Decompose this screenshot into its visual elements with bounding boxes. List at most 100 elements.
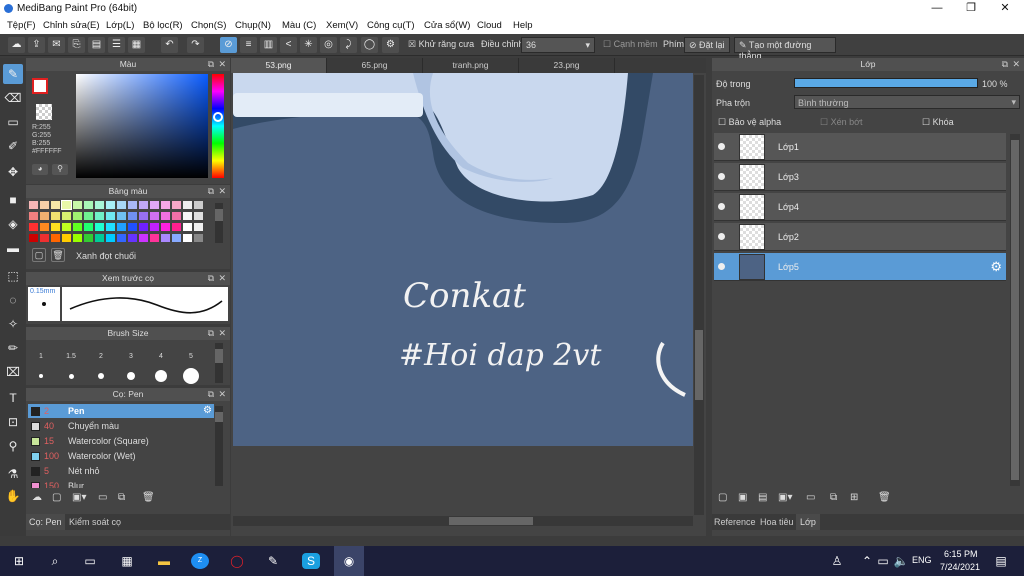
palette-swatch[interactable] [161,234,170,242]
network-icon[interactable]: ▭ [874,553,892,569]
menu-file[interactable]: Tệp(F) [7,20,36,31]
close-icon[interactable]: ✕ [218,388,226,401]
palette-swatch[interactable] [51,234,60,242]
palette-swatch[interactable] [117,223,126,231]
tab-tranh[interactable]: tranh.png [423,58,519,73]
layer-row[interactable]: Lớp4 [714,193,1006,221]
menu-color[interactable]: Màu (C) [282,20,316,31]
palette-swatch[interactable] [106,201,115,209]
palette-swatch[interactable] [61,200,72,210]
reset-button[interactable]: ⊘ Đặt lại [684,37,730,53]
palette-swatch[interactable] [51,223,60,231]
palette-swatch[interactable] [161,223,170,231]
palette-swatch[interactable] [150,201,159,209]
gear-icon[interactable]: ⚙ [990,259,1002,275]
trash-icon[interactable]: 🗑 [142,492,155,503]
grid-icon[interactable]: ▦ [128,37,145,53]
palette-swatches[interactable] [29,200,209,245]
make-line-button[interactable]: ✎ Tạo một đường thẳng [734,37,836,61]
search-icon[interactable]: ⌕ [46,553,64,569]
palette-swatch[interactable] [139,212,148,220]
brush-item[interactable]: 100 Watercolor (Wet) [28,449,214,463]
palette-swatch[interactable] [117,201,126,209]
folder-icon[interactable]: ▭ [98,492,107,503]
undock-icon[interactable]: ⧉ [208,327,214,340]
medibang-icon[interactable]: ◉ [334,546,364,576]
zalo-icon[interactable]: Z [191,553,209,569]
clock-time[interactable]: 6:15 PM [944,549,978,559]
notification-icon[interactable]: ▤ [992,553,1010,569]
snap-radial-icon[interactable]: ✳ [300,37,317,53]
gear-icon[interactable]: ⚙ [203,405,212,416]
layer-row-selected[interactable]: Lớp5 ⚙ [714,253,1006,281]
brush-size-option[interactable]: 2 [86,343,116,383]
palette-swatch[interactable] [73,234,82,242]
close-button[interactable]: ✕ [988,0,1022,17]
palette-swatch[interactable] [40,201,49,209]
palette-swatch[interactable] [194,223,203,231]
drawing-canvas[interactable] [233,73,693,446]
duplicate-icon[interactable]: ⧉ [118,492,125,503]
undock-icon[interactable]: ⧉ [208,272,214,285]
minimize-button[interactable]: — [920,0,954,17]
palette-swatch[interactable] [84,212,93,220]
vertical-scrollbar[interactable] [694,75,704,515]
person-icon[interactable]: ♙ [828,553,846,569]
palette-swatch[interactable] [139,201,148,209]
maximize-button[interactable]: ❐ [954,0,988,17]
palette-swatch[interactable] [183,201,192,209]
undock-icon[interactable]: ⧉ [208,388,214,401]
palette-swatch[interactable] [51,201,60,209]
soft-edge-checkbox[interactable]: ☐ Cạnh mềm [603,39,658,50]
palette-swatch[interactable] [29,234,38,242]
tab-layer[interactable]: Lớp [796,514,820,530]
palette-swatch[interactable] [40,212,49,220]
new-layer-icon[interactable]: ▢ [718,492,727,503]
brush-size-option[interactable]: 5 [176,343,206,384]
brush-item[interactable]: 5 Nét nhỏ [28,464,214,478]
palette-swatch[interactable] [62,212,71,220]
antialias-checkbox[interactable]: ☒ Khử răng cưa [408,39,474,50]
close-icon[interactable]: ✕ [1012,58,1020,71]
palette-swatch[interactable] [172,212,181,220]
palette-swatch[interactable] [128,234,137,242]
scroll-thumb[interactable] [695,330,703,400]
layer-row[interactable]: Lớp1 [714,133,1006,161]
menu-tools[interactable]: Công cụ(T) [367,20,415,31]
palette-icon[interactable]: ◕ [32,164,48,175]
undo-button[interactable]: ↶ [161,37,178,53]
palette-swatch[interactable] [139,234,148,242]
undock-icon[interactable]: ⧉ [1002,58,1008,71]
dropper-tool-icon[interactable]: ⚲ [3,436,23,456]
folder-icon[interactable]: ▭ [806,492,815,503]
palette-swatch[interactable] [183,234,192,242]
tab-reference[interactable]: Reference [714,517,756,527]
palette-swatch[interactable] [84,223,93,231]
brush-item[interactable]: 150 Blur [28,479,214,488]
opera-icon[interactable]: ◯ [228,553,246,569]
hue-handle[interactable] [213,112,223,122]
list-icon[interactable]: ☰ [108,37,125,53]
close-icon[interactable]: ✕ [218,185,226,198]
new-halftone-layer-icon[interactable]: ▣ [738,492,747,503]
divide-tool-icon[interactable]: ⊡ [3,412,23,432]
palette-scrollbar[interactable] [215,203,223,243]
lock-checkbox[interactable]: ☐ Khóa [922,117,954,128]
select-tool-icon[interactable]: ⬚ [3,266,23,286]
snap-circle-icon[interactable]: ◎ [320,37,337,53]
new-1bit-layer-icon[interactable]: ▤ [758,492,767,503]
trash-icon[interactable]: 🗑 [51,248,65,262]
transparent-color-swatch[interactable] [36,104,52,120]
menu-view[interactable]: Xem(V) [326,20,358,31]
scroll-thumb[interactable] [215,412,223,422]
volume-icon[interactable]: 🔈 [892,553,910,569]
snap-curve-icon[interactable]: ⤸ [340,37,357,53]
trash-icon[interactable]: 🗑 [878,492,891,503]
palette-swatch[interactable] [183,223,192,231]
undock-icon[interactable]: ⧉ [208,58,214,71]
new-brush-icon[interactable]: ▢ [52,492,61,503]
eye-icon[interactable] [718,143,725,150]
palette-swatch[interactable] [150,234,159,242]
select-eraser-icon[interactable]: ⌧ [3,362,23,382]
clock-date[interactable]: 7/24/2021 [940,562,980,572]
